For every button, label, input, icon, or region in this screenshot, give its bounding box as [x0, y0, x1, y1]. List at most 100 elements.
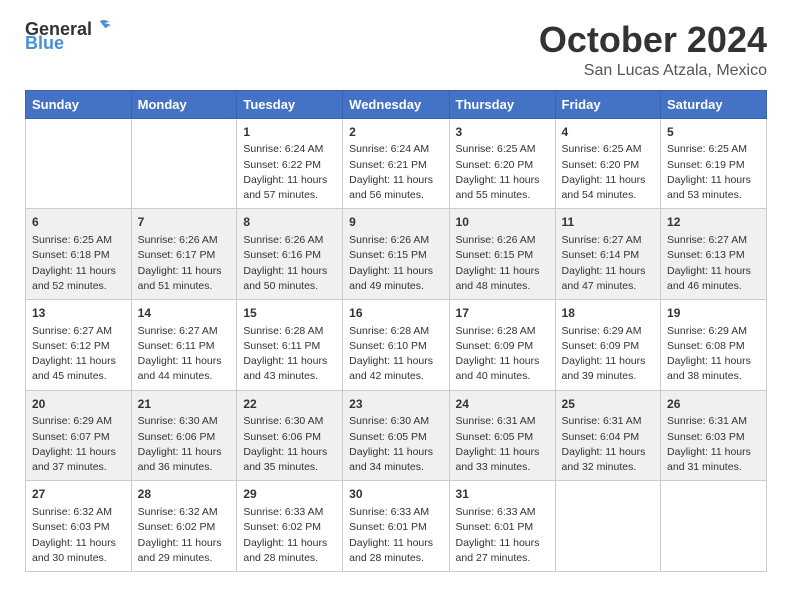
cell-content: Sunrise: 6:29 AMSunset: 6:07 PMDaylight:… — [32, 414, 125, 475]
cell-content: Sunrise: 6:24 AMSunset: 6:21 PMDaylight:… — [349, 142, 442, 203]
calendar-cell: 3Sunrise: 6:25 AMSunset: 6:20 PMDaylight… — [449, 118, 555, 209]
day-number: 7 — [138, 214, 231, 231]
day-number: 31 — [456, 486, 549, 503]
cell-content: Sunrise: 6:27 AMSunset: 6:11 PMDaylight:… — [138, 324, 231, 385]
cell-content: Sunrise: 6:30 AMSunset: 6:06 PMDaylight:… — [243, 414, 336, 475]
calendar-cell: 18 Sunrise: 6:29 AMSunset: 6:09 PMDayligh… — [555, 299, 660, 390]
weekday-header-tuesday: Tuesday — [237, 90, 343, 118]
cell-content: Sunrise: 6:28 AMSunset: 6:11 PMDaylight:… — [243, 324, 336, 385]
cell-content: Sunrise: 6:24 AMSunset: 6:22 PMDaylight:… — [243, 142, 336, 203]
calendar-cell: 20Sunrise: 6:29 AMSunset: 6:07 PMDayligh… — [26, 390, 132, 481]
day-number: 30 — [349, 486, 442, 503]
logo: General Blue — [25, 20, 116, 52]
cell-content: Sunrise: 6:25 AMSunset: 6:19 PMDaylight:… — [667, 142, 760, 203]
day-number: 22 — [243, 396, 336, 413]
logo-blue-text: Blue — [25, 34, 64, 52]
calendar-cell: 13 Sunrise: 6:27 AMSunset: 6:12 PMDayligh… — [26, 299, 132, 390]
calendar-cell: 26Sunrise: 6:31 AMSunset: 6:03 PMDayligh… — [661, 390, 767, 481]
cell-content: Sunrise: 6:32 AMSunset: 6:02 PMDaylight:… — [138, 505, 231, 566]
weekday-header-monday: Monday — [131, 90, 237, 118]
day-number: 10 — [456, 214, 549, 231]
day-number: 17 — [456, 305, 549, 322]
day-number: 2 — [349, 124, 442, 141]
calendar-cell: 4Sunrise: 6:25 AMSunset: 6:20 PMDaylight… — [555, 118, 660, 209]
calendar-cell: 23Sunrise: 6:30 AMSunset: 6:05 PMDayligh… — [343, 390, 449, 481]
day-number: 8 — [243, 214, 336, 231]
calendar-cell: 8 Sunrise: 6:26 AMSunset: 6:16 PMDaylight… — [237, 209, 343, 300]
calendar-cell — [661, 481, 767, 572]
cell-content: Sunrise: 6:26 AMSunset: 6:15 PMDaylight:… — [349, 233, 442, 294]
cell-content: Sunrise: 6:31 AMSunset: 6:05 PMDaylight:… — [456, 414, 549, 475]
cell-content: Sunrise: 6:33 AMSunset: 6:02 PMDaylight:… — [243, 505, 336, 566]
day-number: 27 — [32, 486, 125, 503]
day-number: 26 — [667, 396, 760, 413]
day-number: 9 — [349, 214, 442, 231]
day-number: 25 — [562, 396, 654, 413]
weekday-header-thursday: Thursday — [449, 90, 555, 118]
cell-content: Sunrise: 6:25 AMSunset: 6:20 PMDaylight:… — [456, 142, 549, 203]
cell-content: Sunrise: 6:26 AMSunset: 6:15 PMDaylight:… — [456, 233, 549, 294]
calendar-cell: 5Sunrise: 6:25 AMSunset: 6:19 PMDaylight… — [661, 118, 767, 209]
calendar-cell: 2Sunrise: 6:24 AMSunset: 6:21 PMDaylight… — [343, 118, 449, 209]
calendar-week-row: 20Sunrise: 6:29 AMSunset: 6:07 PMDayligh… — [26, 390, 767, 481]
day-number: 15 — [243, 305, 336, 322]
calendar-cell: 14 Sunrise: 6:27 AMSunset: 6:11 PMDayligh… — [131, 299, 237, 390]
calendar-cell: 29 Sunrise: 6:33 AMSunset: 6:02 PMDayligh… — [237, 481, 343, 572]
calendar-cell: 10 Sunrise: 6:26 AMSunset: 6:15 PMDayligh… — [449, 209, 555, 300]
calendar-cell: 31Sunrise: 6:33 AMSunset: 6:01 PMDayligh… — [449, 481, 555, 572]
calendar-cell — [131, 118, 237, 209]
calendar-cell: 28 Sunrise: 6:32 AMSunset: 6:02 PMDayligh… — [131, 481, 237, 572]
calendar-cell: 22Sunrise: 6:30 AMSunset: 6:06 PMDayligh… — [237, 390, 343, 481]
calendar-cell: 27 Sunrise: 6:32 AMSunset: 6:03 PMDayligh… — [26, 481, 132, 572]
day-number: 5 — [667, 124, 760, 141]
day-number: 12 — [667, 214, 760, 231]
logo-bird-icon — [94, 16, 116, 38]
day-number: 13 — [32, 305, 125, 322]
cell-content: Sunrise: 6:33 AMSunset: 6:01 PMDaylight:… — [349, 505, 442, 566]
cell-content: Sunrise: 6:28 AMSunset: 6:09 PMDaylight:… — [456, 324, 549, 385]
calendar-cell: 7 Sunrise: 6:26 AMSunset: 6:17 PMDaylight… — [131, 209, 237, 300]
weekday-header-friday: Friday — [555, 90, 660, 118]
cell-content: Sunrise: 6:26 AMSunset: 6:17 PMDaylight:… — [138, 233, 231, 294]
cell-content: Sunrise: 6:25 AMSunset: 6:18 PMDaylight:… — [32, 233, 125, 294]
day-number: 3 — [456, 124, 549, 141]
calendar-table: SundayMondayTuesdayWednesdayThursdayFrid… — [25, 90, 767, 572]
page-header: General Blue October 2024 San Lucas Atza… — [25, 20, 767, 80]
calendar-week-row: 6 Sunrise: 6:25 AMSunset: 6:18 PMDaylight… — [26, 209, 767, 300]
weekday-header-wednesday: Wednesday — [343, 90, 449, 118]
cell-content: Sunrise: 6:25 AMSunset: 6:20 PMDaylight:… — [562, 142, 654, 203]
day-number: 16 — [349, 305, 442, 322]
cell-content: Sunrise: 6:30 AMSunset: 6:06 PMDaylight:… — [138, 414, 231, 475]
day-number: 29 — [243, 486, 336, 503]
calendar-cell: 11Sunrise: 6:27 AMSunset: 6:14 PMDayligh… — [555, 209, 660, 300]
calendar-cell: 1Sunrise: 6:24 AMSunset: 6:22 PMDaylight… — [237, 118, 343, 209]
calendar-week-row: 1Sunrise: 6:24 AMSunset: 6:22 PMDaylight… — [26, 118, 767, 209]
day-number: 1 — [243, 124, 336, 141]
day-number: 4 — [562, 124, 654, 141]
day-number: 18 — [562, 305, 654, 322]
cell-content: Sunrise: 6:26 AMSunset: 6:16 PMDaylight:… — [243, 233, 336, 294]
cell-content: Sunrise: 6:32 AMSunset: 6:03 PMDaylight:… — [32, 505, 125, 566]
cell-content: Sunrise: 6:27 AMSunset: 6:12 PMDaylight:… — [32, 324, 125, 385]
calendar-week-row: 27 Sunrise: 6:32 AMSunset: 6:03 PMDayligh… — [26, 481, 767, 572]
calendar-cell — [26, 118, 132, 209]
cell-content: Sunrise: 6:31 AMSunset: 6:04 PMDaylight:… — [562, 414, 654, 475]
calendar-cell: 15 Sunrise: 6:28 AMSunset: 6:11 PMDayligh… — [237, 299, 343, 390]
calendar-cell — [555, 481, 660, 572]
day-number: 21 — [138, 396, 231, 413]
day-number: 24 — [456, 396, 549, 413]
calendar-cell: 12Sunrise: 6:27 AMSunset: 6:13 PMDayligh… — [661, 209, 767, 300]
weekday-header-sunday: Sunday — [26, 90, 132, 118]
cell-content: Sunrise: 6:30 AMSunset: 6:05 PMDaylight:… — [349, 414, 442, 475]
day-number: 6 — [32, 214, 125, 231]
day-number: 14 — [138, 305, 231, 322]
cell-content: Sunrise: 6:29 AMSunset: 6:09 PMDaylight:… — [562, 324, 654, 385]
calendar-cell: 19Sunrise: 6:29 AMSunset: 6:08 PMDayligh… — [661, 299, 767, 390]
calendar-cell: 9 Sunrise: 6:26 AMSunset: 6:15 PMDaylight… — [343, 209, 449, 300]
day-number: 28 — [138, 486, 231, 503]
calendar-cell: 6 Sunrise: 6:25 AMSunset: 6:18 PMDaylight… — [26, 209, 132, 300]
day-number: 20 — [32, 396, 125, 413]
month-title: October 2024 — [539, 20, 767, 60]
calendar-cell: 21Sunrise: 6:30 AMSunset: 6:06 PMDayligh… — [131, 390, 237, 481]
location-title: San Lucas Atzala, Mexico — [539, 62, 767, 80]
